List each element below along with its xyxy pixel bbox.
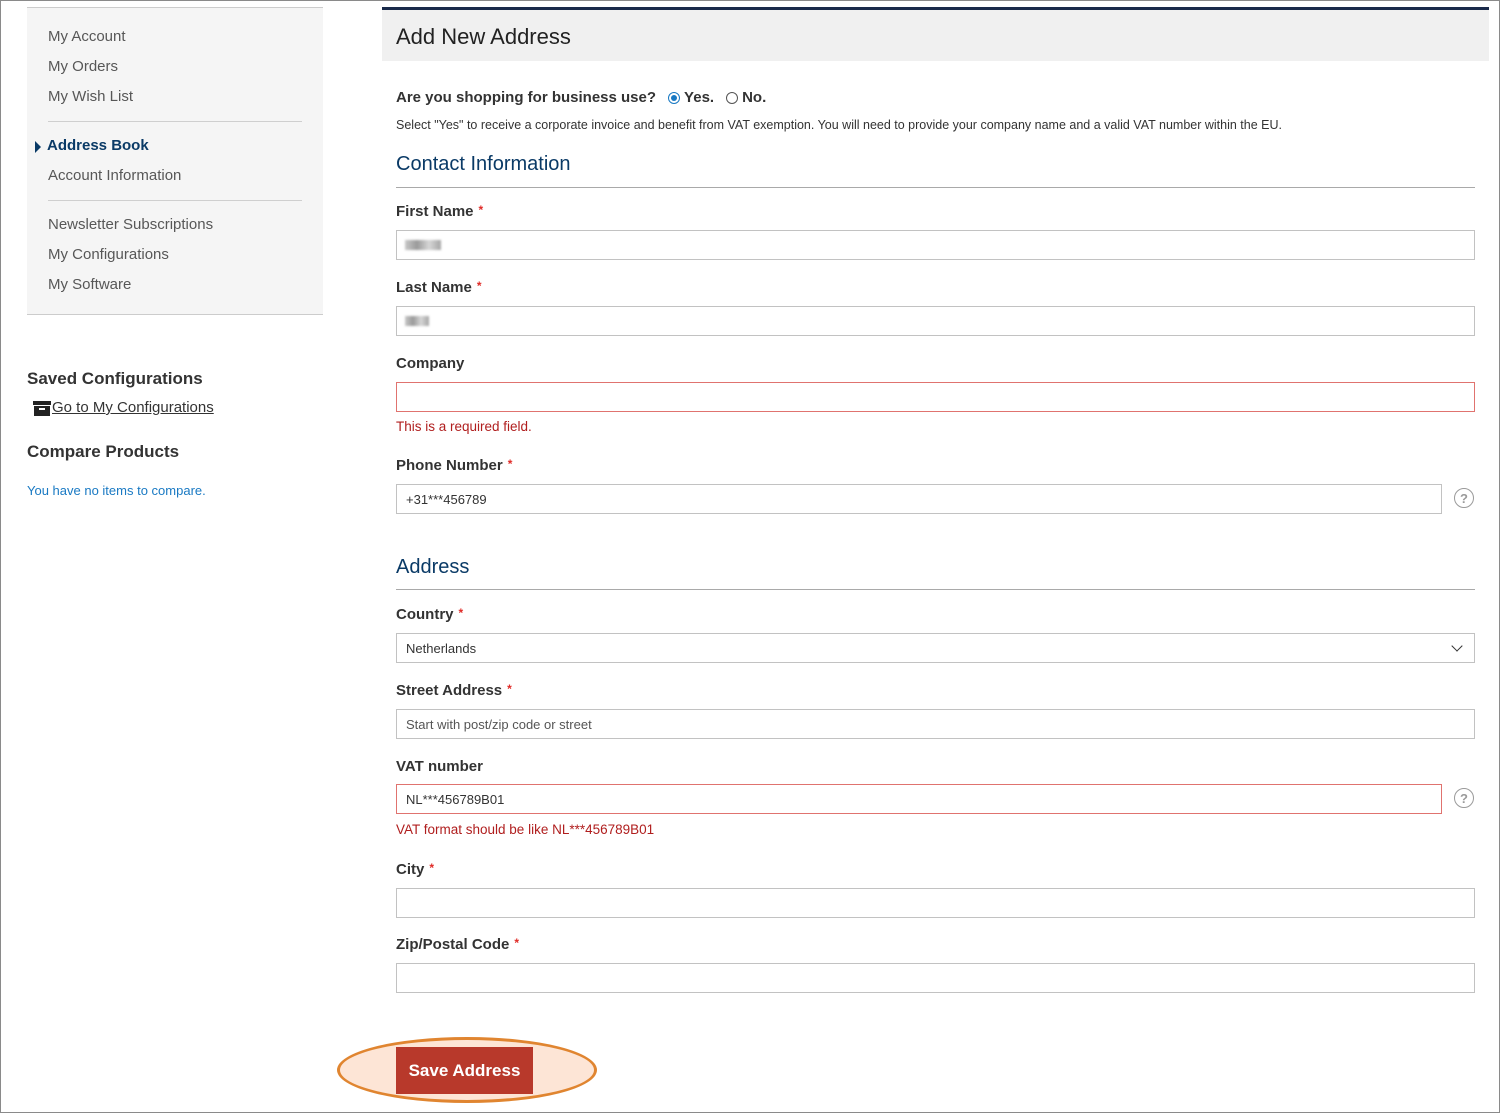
company-field[interactable] xyxy=(396,382,1475,412)
phone-number-field[interactable] xyxy=(396,484,1442,514)
phone-help-icon[interactable]: ? xyxy=(1454,488,1474,508)
required-marker: * xyxy=(507,457,513,471)
nav-divider xyxy=(48,121,302,122)
required-marker: * xyxy=(429,861,435,875)
business-no-option[interactable]: No. xyxy=(726,89,766,106)
sidebar-item-my-orders[interactable]: My Orders xyxy=(48,58,118,75)
vat-help-icon[interactable]: ? xyxy=(1454,788,1474,808)
street-address-label-text: Street Address xyxy=(396,682,503,699)
nav-divider xyxy=(48,200,302,201)
required-marker: * xyxy=(507,682,512,696)
chevron-down-icon xyxy=(1451,640,1463,652)
country-select[interactable]: Netherlands xyxy=(396,633,1475,663)
redacted-first-name xyxy=(405,240,441,250)
sidebar-item-label: Address Book xyxy=(47,137,149,154)
zip-code-label: Zip/Postal Code * xyxy=(396,936,519,953)
business-use-question: Are you shopping for business use? Yes. … xyxy=(396,89,766,106)
business-yes-label: Yes. xyxy=(684,89,715,106)
address-heading: Address xyxy=(396,556,470,578)
archive-box-icon xyxy=(33,400,51,416)
redacted-last-name xyxy=(405,316,429,326)
zip-code-field[interactable] xyxy=(396,963,1475,993)
section-divider xyxy=(396,187,1475,188)
caret-right-icon xyxy=(35,141,41,153)
business-use-note: Select "Yes" to receive a corporate invo… xyxy=(396,118,1282,132)
country-label: Country * xyxy=(396,606,463,623)
city-field[interactable] xyxy=(396,888,1475,918)
business-no-label: No. xyxy=(742,89,767,106)
compare-products-heading: Compare Products xyxy=(27,442,180,461)
first-name-field[interactable] xyxy=(396,230,1475,260)
saved-configurations-heading: Saved Configurations xyxy=(27,369,203,388)
street-address-label: Street Address * xyxy=(396,682,512,699)
section-divider xyxy=(396,589,1475,590)
last-name-label-text: Last Name xyxy=(396,279,472,296)
zip-code-label-text: Zip/Postal Code xyxy=(396,936,510,953)
last-name-label: Last Name * xyxy=(396,279,482,296)
go-to-configurations-label: Go to My Configurations xyxy=(52,399,214,416)
company-label: Company xyxy=(396,355,465,372)
first-name-label: First Name * xyxy=(396,203,483,220)
sidebar-item-account-information[interactable]: Account Information xyxy=(48,167,181,184)
sidebar-item-my-software[interactable]: My Software xyxy=(48,276,131,293)
phone-number-label-text: Phone Number xyxy=(396,457,503,474)
sidebar-item-newsletter-subscriptions[interactable]: Newsletter Subscriptions xyxy=(48,216,213,233)
contact-information-heading: Contact Information xyxy=(396,153,571,175)
sidebar-item-my-configurations[interactable]: My Configurations xyxy=(48,246,169,263)
sidebar-item-my-wish-list[interactable]: My Wish List xyxy=(48,88,133,105)
required-marker: * xyxy=(458,606,464,620)
country-label-text: Country xyxy=(396,606,454,623)
company-error-message: This is a required field. xyxy=(396,419,532,434)
vat-number-field[interactable] xyxy=(396,784,1442,814)
business-yes-radio[interactable] xyxy=(668,91,681,104)
required-marker: * xyxy=(476,279,482,293)
account-sidebar-nav: My Account My Orders My Wish List Addres… xyxy=(27,7,323,315)
page-header: Add New Address xyxy=(382,7,1489,61)
first-name-label-text: First Name xyxy=(396,203,474,220)
vat-number-label: VAT number xyxy=(396,758,483,775)
sidebar-item-my-account[interactable]: My Account xyxy=(48,28,126,45)
last-name-field[interactable] xyxy=(396,306,1475,336)
save-address-button[interactable]: Save Address xyxy=(396,1047,533,1094)
go-to-configurations-link[interactable]: Go to My Configurations xyxy=(33,399,214,416)
business-no-radio[interactable] xyxy=(726,91,739,104)
business-use-label: Are you shopping for business use? xyxy=(396,89,657,106)
compare-empty-message: You have no items to compare. xyxy=(27,483,206,498)
required-marker: * xyxy=(478,203,484,217)
sidebar-item-address-book[interactable]: Address Book xyxy=(35,137,149,154)
business-yes-option[interactable]: Yes. xyxy=(668,89,714,106)
vat-error-message: VAT format should be like NL***456789B01 xyxy=(396,822,655,837)
city-label: City * xyxy=(396,861,434,878)
page-title: Add New Address xyxy=(396,24,571,49)
city-label-text: City xyxy=(396,861,425,878)
street-address-field[interactable] xyxy=(396,709,1475,739)
phone-number-label: Phone Number * xyxy=(396,457,512,474)
required-marker: * xyxy=(514,936,520,950)
country-selected-value: Netherlands xyxy=(406,640,477,656)
